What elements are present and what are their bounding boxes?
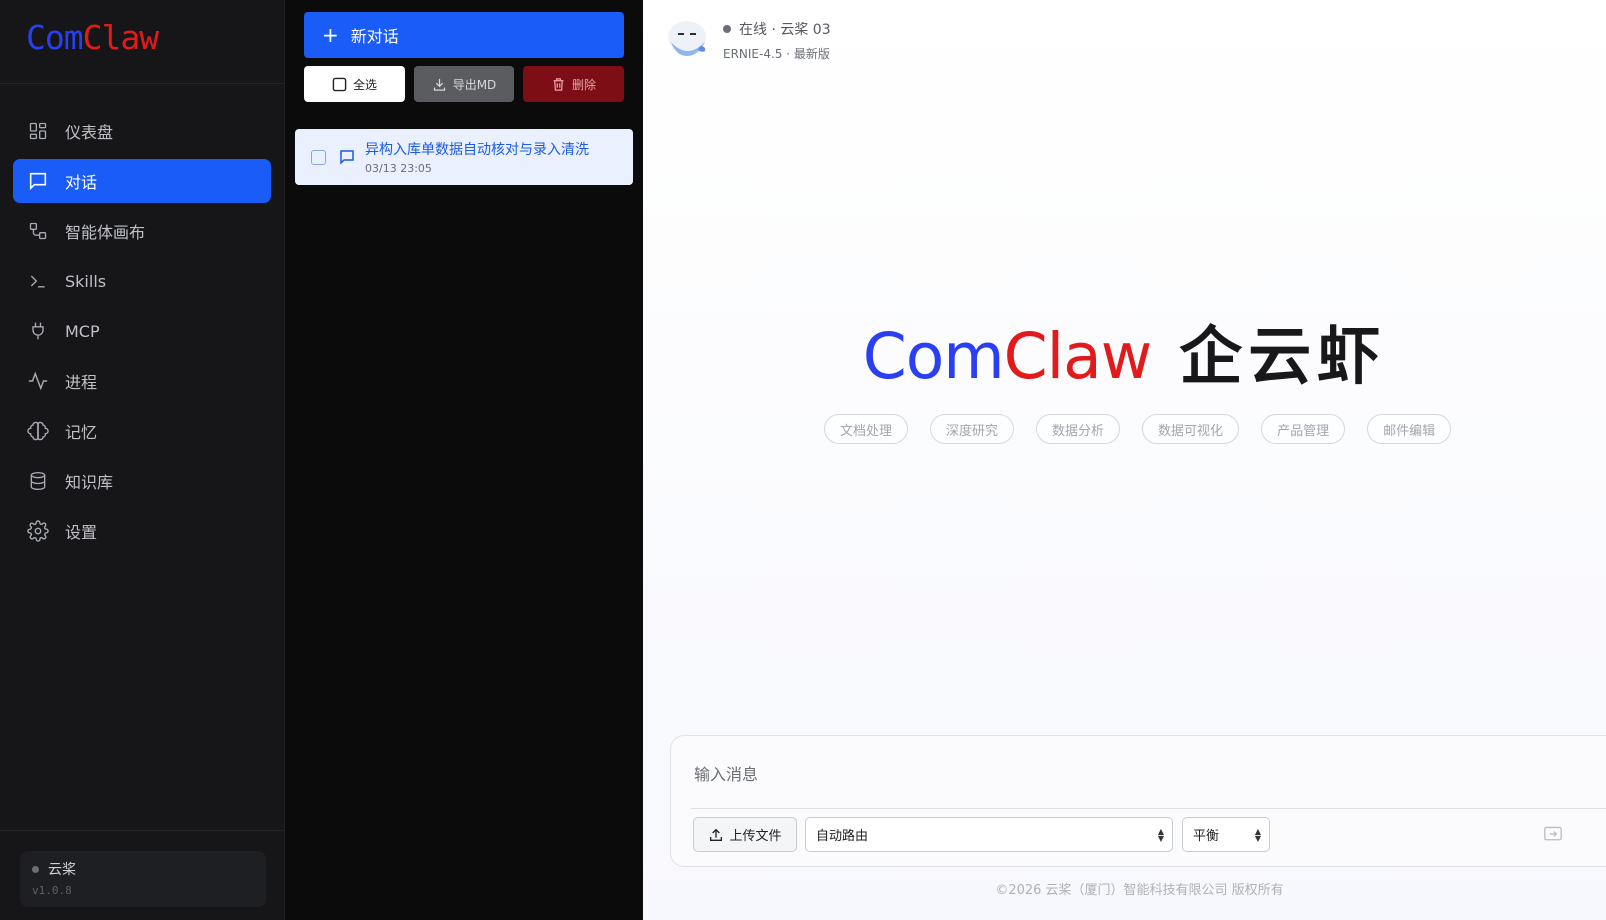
sidebar-item-label: Skills	[65, 271, 107, 291]
suggestion-chip[interactable]: 邮件编辑	[1367, 414, 1452, 444]
conversation-checkbox[interactable]	[311, 149, 326, 165]
plug-icon	[27, 320, 49, 342]
message-composer: 上传文件 自动路由 ▲▼ 平衡 ▲▼	[670, 735, 1606, 867]
send-icon	[1544, 826, 1562, 841]
message-icon	[338, 148, 356, 166]
sidebar-nav: 仪表盘 对话 智能体画布 Skills MCP 进程 记忆 知识库 设置	[0, 84, 284, 553]
user-status-card[interactable]: 云桨 v1.0.8	[20, 851, 266, 907]
sidebar-item-label: 知识库	[65, 473, 114, 492]
upload-file-button[interactable]: 上传文件	[693, 817, 797, 852]
chat-icon	[27, 170, 49, 192]
hero-title-chinese: 企云虾	[1179, 320, 1387, 393]
copyright-text: ©2026 云桨（厦门）智能科技有限公司 版权所有	[995, 883, 1284, 898]
download-icon	[432, 77, 447, 92]
suggestion-chip[interactable]: 产品管理	[1261, 414, 1346, 444]
sidebar-item-skills[interactable]: Skills	[13, 259, 271, 303]
new-chat-label: 新对话	[350, 27, 399, 46]
suggestion-chips: 文档处理 深度研究 数据分析 数据可视化 产品管理 邮件编辑	[824, 414, 1473, 444]
send-button[interactable]	[1543, 825, 1565, 845]
upload-file-label: 上传文件	[729, 829, 782, 844]
mode-select[interactable]: 平衡 ▲ ▼	[1182, 817, 1270, 852]
sidebar-item-knowledge-base[interactable]: 知识库	[13, 459, 271, 503]
conversation-title: 异构入库单数据自动核对与录入清洗	[365, 142, 589, 158]
export-md-button[interactable]: 导出MD	[414, 66, 514, 102]
online-status-dot	[723, 25, 731, 33]
trash-icon	[551, 77, 566, 92]
conversation-time: 03/13 23:05	[365, 162, 432, 175]
terminal-icon	[27, 270, 49, 292]
sidebar-item-mcp[interactable]: MCP	[13, 309, 271, 353]
gear-icon	[27, 520, 49, 542]
select-arrows-icon: ▲ ▼	[1254, 827, 1261, 843]
conversation-panel: + 新对话 全选 导出MD 删除 异构入库单数据自动核对与录入清洗 03/13 …	[285, 0, 643, 920]
mode-value: 平衡	[1193, 829, 1220, 844]
suggestion-chip[interactable]: 深度研究	[930, 414, 1015, 444]
bot-status: 在线 · 云桨 03	[739, 22, 831, 38]
activity-icon	[27, 370, 49, 392]
sidebar-footer: 云桨 v1.0.8	[0, 830, 284, 920]
sidebar-item-label: 进程	[65, 373, 98, 392]
sidebar-item-label: 仪表盘	[65, 123, 114, 142]
delete-label: 删除	[571, 77, 596, 92]
sidebar-item-agent-canvas[interactable]: 智能体画布	[13, 209, 271, 253]
sidebar: ComClaw 仪表盘 对话 智能体画布 Skills MCP 进程 记忆 知识…	[0, 0, 285, 920]
hero-title: ComClaw 企云虾	[643, 306, 1606, 397]
brain-icon	[27, 420, 49, 442]
database-icon	[27, 470, 49, 492]
message-input[interactable]	[694, 754, 1584, 794]
chat-header: 在线 · 云桨 03 ERNIE-4.5 · 最新版	[665, 16, 831, 62]
delete-button[interactable]: 删除	[523, 66, 624, 102]
suggestion-chip[interactable]: 数据可视化	[1142, 414, 1240, 444]
sidebar-item-chat[interactable]: 对话	[13, 159, 271, 203]
sidebar-item-label: 智能体画布	[65, 223, 146, 242]
checkbox-icon	[332, 77, 347, 92]
select-all-button[interactable]: 全选	[304, 66, 405, 102]
sidebar-item-label: 记忆	[65, 423, 98, 442]
status-dot	[32, 865, 39, 873]
suggestion-chip[interactable]: 文档处理	[824, 414, 909, 444]
app-version: v1.0.8	[32, 884, 72, 897]
model-route-select[interactable]: 自动路由 ▲ ▼	[805, 817, 1173, 852]
model-route-value: 自动路由	[816, 829, 869, 844]
sidebar-item-dashboard[interactable]: 仪表盘	[13, 109, 271, 153]
sidebar-item-settings[interactable]: 设置	[13, 509, 271, 553]
sidebar-item-label: 对话	[65, 173, 98, 192]
hero-title-com: Com	[862, 320, 1005, 393]
dashboard-icon	[27, 120, 49, 142]
select-all-label: 全选	[352, 77, 377, 92]
conversation-list-item[interactable]: 异构入库单数据自动核对与录入清洗 03/13 23:05	[295, 129, 633, 185]
export-md-label: 导出MD	[452, 77, 497, 92]
app-logo[interactable]: ComClaw	[26, 18, 159, 57]
select-arrows-icon: ▲ ▼	[1157, 827, 1164, 843]
new-chat-button[interactable]: + 新对话	[304, 12, 624, 58]
sidebar-item-memory[interactable]: 记忆	[13, 409, 271, 453]
hero-title-claw: Claw	[1003, 320, 1153, 393]
suggestion-chip[interactable]: 数据分析	[1036, 414, 1121, 444]
workflow-icon	[27, 220, 49, 242]
sidebar-item-label: MCP	[65, 321, 100, 341]
bot-avatar	[668, 21, 706, 56]
model-version: ERNIE-4.5 · 最新版	[723, 47, 830, 61]
plus-icon: +	[322, 23, 339, 47]
brand-header: ComClaw	[0, 0, 284, 84]
user-name: 云桨	[48, 862, 76, 878]
composer-divider	[691, 808, 1606, 809]
sidebar-item-label: 设置	[65, 523, 98, 542]
sidebar-item-process[interactable]: 进程	[13, 359, 271, 403]
upload-icon	[708, 827, 724, 843]
chat-main: 在线 · 云桨 03 ERNIE-4.5 · 最新版 ComClaw 企云虾 文档…	[643, 0, 1606, 920]
